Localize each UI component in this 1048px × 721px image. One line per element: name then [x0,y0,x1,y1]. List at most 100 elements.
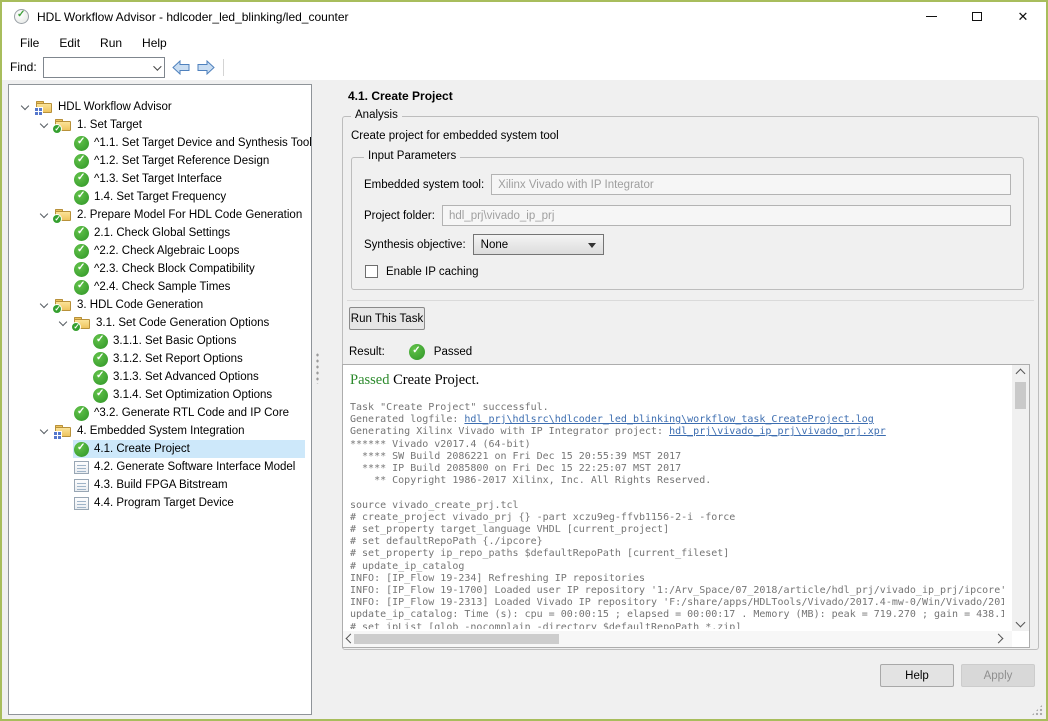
find-bar: Find: [2,54,1046,80]
workflow-folder-passed-icon [55,298,72,312]
tree-item[interactable]: ^1.2. Set Target Reference Design [9,152,311,170]
chevron-spacer [55,170,73,188]
chevron-spacer [55,260,73,278]
task-report-icon [74,461,89,474]
analysis-legend: Analysis [351,109,402,121]
log-line: INFO: [IP_Flow 19-1700] Loaded user IP r… [350,585,1004,597]
chevron-down-icon[interactable] [36,422,54,440]
embedded-tool-row: Embedded system tool: Xilinx Vivado with… [364,174,1011,195]
workflow-folder-passed-icon [74,316,91,330]
window-controls: ✕ [908,2,1046,31]
passed-check-icon [409,344,425,360]
task-log-panel: Passed Create Project. Task "Create Proj… [342,364,1030,648]
tree-item[interactable]: 3.1. Set Code Generation Options [9,314,311,332]
tree-item[interactable]: ^2.2. Check Algebraic Loops [9,242,311,260]
app-check-icon [14,9,29,24]
project-folder-label: Project folder: [364,210,435,222]
minimize-button[interactable] [908,2,954,31]
log-text: # set_property target_language VHDL [cur… [350,524,669,535]
log-link[interactable]: hdl_prj\hdlsrc\hdlcoder_led_blinking\wor… [464,414,873,425]
tree-item[interactable]: 4.3. Build FPGA Bitstream [9,476,311,494]
titlebar: HDL Workflow Advisor - hdlcoder_led_blin… [2,2,1046,31]
find-next-button[interactable] [196,60,215,75]
vertical-scrollbar[interactable] [1012,365,1029,631]
tree-item[interactable]: ^2.3. Check Block Compatibility [9,260,311,278]
main-area: HDL Workflow Advisor 1. Set Target ^1.1. S… [2,80,1046,719]
menu-file[interactable]: File [10,36,49,50]
workflow-folder-icon [55,424,72,438]
horizontal-scrollbar[interactable] [343,631,1012,647]
passed-check-icon [93,352,108,367]
passed-check-icon [93,370,108,385]
tree-item-label: 1. Set Target [77,119,142,131]
log-text: **** IP Build 2085800 on Fri Dec 15 22:2… [350,463,681,474]
log-text: Generated logfile: [350,414,464,425]
tree-item[interactable]: 1. Set Target [9,116,311,134]
embedded-tool-field: Xilinx Vivado with IP Integrator [491,174,1011,195]
help-button[interactable]: Help [880,664,954,687]
tree-item[interactable]: 3.1.2. Set Report Options [9,350,311,368]
chevron-down-icon[interactable] [36,206,54,224]
chevron-spacer [55,224,73,242]
log-text: # set defaultRepoPath {./ipcore} [350,536,543,547]
tree-item-label: 3.1.3. Set Advanced Options [113,371,259,383]
vertical-scrollbar-thumb[interactable] [1015,382,1026,409]
apply-button[interactable]: Apply [961,664,1035,687]
chevron-down-icon[interactable] [36,296,54,314]
menu-edit[interactable]: Edit [49,36,90,50]
find-previous-button[interactable] [172,60,191,75]
tree-item[interactable]: 2. Prepare Model For HDL Code Generation [9,206,311,224]
menu-run[interactable]: Run [90,36,132,50]
close-button[interactable]: ✕ [1000,2,1046,31]
chevron-down-icon[interactable] [17,98,35,116]
passed-check-icon [74,280,89,295]
passed-check-icon [93,388,108,403]
scroll-down-icon[interactable] [1016,618,1026,628]
tree-item[interactable]: 3.1.3. Set Advanced Options [9,368,311,386]
synthesis-objective-select[interactable]: None [473,234,604,255]
maximize-icon [972,12,982,21]
log-text: update_ip_catalog: Time (s): cpu = 00:00… [350,609,1004,620]
scroll-right-icon[interactable] [994,634,1004,644]
tree-item[interactable]: 4.4. Program Target Device [9,494,311,512]
panel-splitter-handle[interactable] [315,352,320,384]
tree-item[interactable]: 3.1.4. Set Optimization Options [9,386,311,404]
log-text: # set_property ip_repo_paths $defaultRep… [350,548,729,559]
horizontal-scrollbar-thumb[interactable] [354,634,559,644]
tree-item[interactable]: 4.1. Create Project [9,440,311,458]
minimize-icon [926,16,937,17]
tree-item[interactable]: 4. Embedded System Integration [9,422,311,440]
synthesis-objective-row: Synthesis objective: None [364,234,1011,255]
tree-item[interactable]: 3. HDL Code Generation [9,296,311,314]
find-input[interactable] [47,59,143,76]
menubar: File Edit Run Help [2,31,1046,54]
log-link[interactable]: hdl_prj\vivado_ip_prj\vivado_prj.xpr [669,426,886,437]
tree-item[interactable]: HDL Workflow Advisor [9,98,311,116]
scroll-up-icon[interactable] [1016,369,1026,379]
menu-help[interactable]: Help [132,36,177,50]
tree-item[interactable]: ^2.4. Check Sample Times [9,278,311,296]
tree-item[interactable]: 4.2. Generate Software Interface Model [9,458,311,476]
log-line: **** SW Build 2086221 on Fri Dec 15 20:5… [350,451,1004,463]
passed-check-icon [74,190,89,205]
chevron-down-icon[interactable] [153,62,161,70]
chevron-down-icon[interactable] [55,314,73,332]
log-headline-text: Create Project. [389,372,479,388]
embedded-tool-label: Embedded system tool: [364,179,484,191]
chevron-down-icon[interactable] [36,116,54,134]
tree-item[interactable]: 1.4. Set Target Frequency [9,188,311,206]
passed-check-icon [74,262,89,277]
run-this-task-button[interactable]: Run This Task [349,307,425,330]
tree-item[interactable]: 2.1. Check Global Settings [9,224,311,242]
tree-item-label: 3.1. Set Code Generation Options [96,317,269,329]
task-report-icon [74,497,89,510]
tree-item[interactable]: ^1.3. Set Target Interface [9,170,311,188]
log-line: **** IP Build 2085800 on Fri Dec 15 22:2… [350,463,1004,475]
tree-item[interactable]: ^3.2. Generate RTL Code and IP Core [9,404,311,422]
tree-item[interactable]: 3.1.1. Set Basic Options [9,332,311,350]
hdl-workflow-advisor-window: HDL Workflow Advisor - hdlcoder_led_blin… [0,0,1048,721]
maximize-button[interactable] [954,2,1000,31]
enable-ip-caching-checkbox[interactable] [365,265,378,278]
tree-item[interactable]: ^1.1. Set Target Device and Synthesis To… [9,134,311,152]
tree-item-label: ^2.3. Check Block Compatibility [94,263,255,275]
